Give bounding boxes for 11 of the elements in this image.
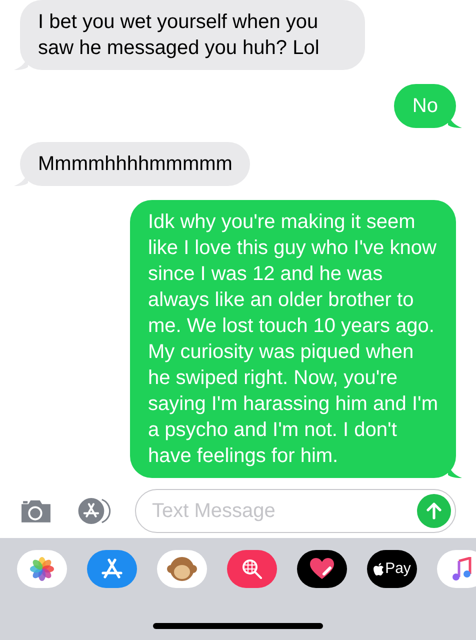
animoji-app-icon[interactable]	[157, 550, 207, 588]
message-field[interactable]: Text Message	[135, 489, 456, 533]
music-app-icon[interactable]	[437, 550, 476, 588]
arrow-up-icon	[425, 502, 443, 520]
app-store-icon[interactable]	[87, 550, 137, 588]
image-search-app-icon[interactable]	[227, 550, 277, 588]
message-input-field[interactable]: Text Message	[152, 496, 417, 526]
photos-app-icon[interactable]	[17, 550, 67, 588]
send-button[interactable]	[417, 494, 451, 528]
apple-pay-icon[interactable]: Pay	[367, 550, 417, 588]
heart-app-icon[interactable]	[297, 550, 347, 588]
